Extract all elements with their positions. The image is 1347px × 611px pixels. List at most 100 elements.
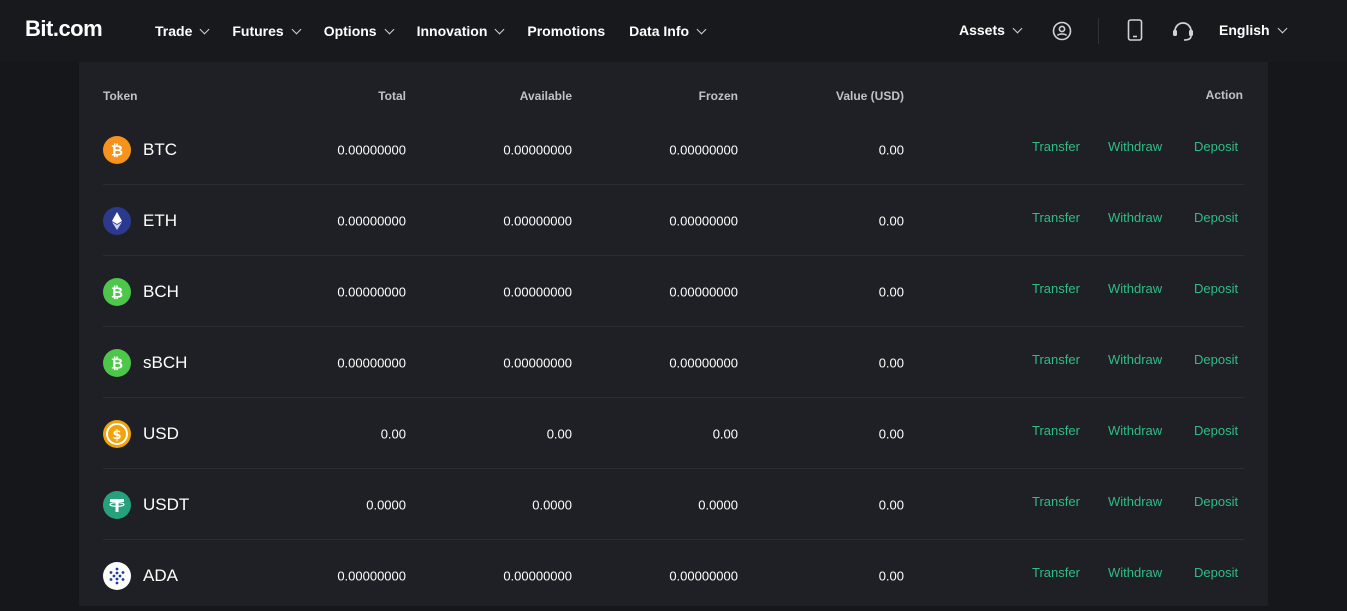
asset-row-sbch: ₿ sBCH 0.00000000 0.00000000 0.00000000 0.00 T… <box>103 327 1244 398</box>
cell-available: 0.00000000 <box>503 568 572 583</box>
cell-value: 0.00 <box>878 355 904 370</box>
cell-frozen: 0.00000000 <box>669 213 738 228</box>
btc-icon: ₿ <box>103 135 131 164</box>
cell-frozen: 0.00000000 <box>669 142 738 157</box>
cell-total: 0.00 <box>380 426 406 441</box>
cell-frozen: 0.00 <box>712 426 738 441</box>
transfer-button[interactable]: Transfer <box>1032 494 1080 509</box>
nav-item-label: Data Info <box>629 23 690 39</box>
cell-total: 0.00000000 <box>337 213 406 228</box>
token-symbol: ETH <box>143 210 177 230</box>
cell-available: 0.00000000 <box>503 213 572 228</box>
header-action: Action <box>1205 88 1243 102</box>
nav-item-label: Promotions <box>527 23 606 39</box>
cell-total: 0.00000000 <box>337 355 406 370</box>
cell-value: 0.00 <box>878 497 904 512</box>
customer-support-icon[interactable] <box>1171 20 1195 47</box>
token-symbol: BTC <box>143 139 177 159</box>
main-nav: Trade Futures Options Innovation Promotions D… <box>155 0 729 62</box>
nav-item-futures[interactable]: Futures <box>232 23 302 39</box>
transfer-button[interactable]: Transfer <box>1032 352 1080 367</box>
nav-item-trade[interactable]: Trade <box>155 23 210 39</box>
transfer-button[interactable]: Transfer <box>1032 210 1080 225</box>
nav-item-promotions[interactable]: Promotions <box>527 23 605 39</box>
cell-total: 0.00000000 <box>337 568 406 583</box>
cell-frozen: 0.00000000 <box>669 568 738 583</box>
cell-available: 0.00 <box>546 426 572 441</box>
cell-total: 0.0000 <box>366 497 406 512</box>
withdraw-button[interactable]: Withdraw <box>1108 210 1162 225</box>
transfer-button[interactable]: Transfer <box>1032 281 1080 296</box>
chevron-down-icon <box>384 24 395 34</box>
withdraw-button[interactable]: Withdraw <box>1108 352 1162 367</box>
asset-row-ada: ADA 0.00000000 0.00000000 0.00000000 0.00 Tra… <box>103 540 1244 611</box>
assets-menu[interactable]: Assets <box>959 22 1023 38</box>
cell-value: 0.00 <box>878 213 904 228</box>
asset-row-btc: ₿ BTC 0.00000000 0.00000000 0.00000000 0.00 Tr… <box>103 114 1244 185</box>
deposit-button[interactable]: Deposit <box>1194 494 1238 509</box>
svg-text:₿: ₿ <box>111 283 123 301</box>
bitcom-logo[interactable]: Bit.com <box>25 16 103 42</box>
asset-row-eth: ETH 0.00000000 0.00000000 0.00000000 0.00 Tra… <box>103 185 1244 256</box>
withdraw-button[interactable]: Withdraw <box>1108 494 1162 509</box>
chevron-down-icon <box>1012 23 1023 33</box>
bch-icon: ₿ <box>103 277 131 306</box>
cell-value: 0.00 <box>878 426 904 441</box>
token-symbol: ADA <box>143 565 178 585</box>
withdraw-button[interactable]: Withdraw <box>1108 565 1162 580</box>
cell-available: 0.00000000 <box>503 142 572 157</box>
nav-item-label: Futures <box>232 23 284 39</box>
asset-row-bch: ₿ BCH 0.00000000 0.00000000 0.00000000 0.00 Tr… <box>103 256 1244 327</box>
svg-text:$: $ <box>112 428 121 443</box>
cell-available: 0.00000000 <box>503 284 572 299</box>
withdraw-button[interactable]: Withdraw <box>1108 139 1162 154</box>
cell-value: 0.00 <box>878 142 904 157</box>
deposit-button[interactable]: Deposit <box>1194 210 1238 225</box>
eth-icon <box>103 206 131 235</box>
header-total: Total <box>378 89 406 103</box>
nav-item-data-info[interactable]: Data Info <box>629 23 707 39</box>
withdraw-button[interactable]: Withdraw <box>1108 281 1162 296</box>
cell-frozen: 0.0000 <box>698 497 738 512</box>
cell-total: 0.00000000 <box>337 142 406 157</box>
nav-item-label: Innovation <box>416 23 488 39</box>
deposit-button[interactable]: Deposit <box>1194 565 1238 580</box>
token-symbol: USDT <box>143 494 190 514</box>
ada-icon <box>103 561 131 590</box>
header-value-usd: Value (USD) <box>835 89 904 103</box>
cell-value: 0.00 <box>878 568 904 583</box>
chevron-down-icon <box>1277 23 1288 33</box>
user-account-icon[interactable] <box>1052 21 1072 46</box>
token-symbol: sBCH <box>143 352 188 372</box>
chevron-down-icon <box>696 24 707 34</box>
cell-frozen: 0.00000000 <box>669 355 738 370</box>
transfer-button[interactable]: Transfer <box>1032 423 1080 438</box>
nav-item-label: Options <box>323 23 377 39</box>
nav-item-innovation[interactable]: Innovation <box>416 23 505 39</box>
cell-value: 0.00 <box>878 284 904 299</box>
token-symbol: USD <box>143 423 179 443</box>
deposit-button[interactable]: Deposit <box>1194 281 1238 296</box>
deposit-button[interactable]: Deposit <box>1194 352 1238 367</box>
withdraw-button[interactable]: Withdraw <box>1108 423 1162 438</box>
mobile-app-icon[interactable] <box>1127 19 1143 46</box>
header-token: Token <box>103 89 138 103</box>
assets-label: Assets <box>959 22 1005 38</box>
usd-icon: $ <box>103 419 131 448</box>
language-selector[interactable]: English <box>1219 22 1288 38</box>
cell-available: 0.00000000 <box>503 355 572 370</box>
chevron-down-icon <box>291 24 302 34</box>
nav-item-options[interactable]: Options <box>323 23 395 39</box>
chevron-down-icon <box>199 24 210 34</box>
usdt-icon <box>103 490 131 519</box>
transfer-button[interactable]: Transfer <box>1032 139 1080 154</box>
top-navigation-bar: Bit.com Trade Futures Options Innovation Pro… <box>0 0 1347 62</box>
svg-text:₿: ₿ <box>111 141 123 159</box>
transfer-button[interactable]: Transfer <box>1032 565 1080 580</box>
deposit-button[interactable]: Deposit <box>1194 423 1238 438</box>
chevron-down-icon <box>494 24 505 34</box>
deposit-button[interactable]: Deposit <box>1194 139 1238 154</box>
header-frozen: Frozen <box>698 89 738 103</box>
cell-available: 0.0000 <box>532 497 572 512</box>
nav-item-label: Trade <box>155 23 193 39</box>
